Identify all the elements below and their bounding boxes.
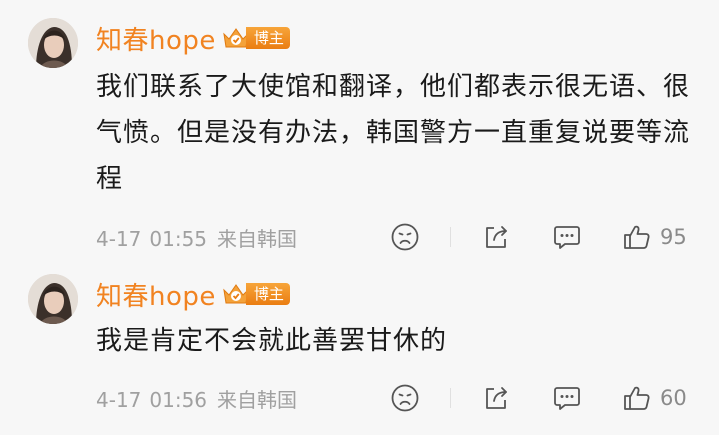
react-button[interactable] [390,221,420,253]
share-button[interactable] [481,382,511,414]
like-count: 95 [660,225,687,249]
sad-emoji-icon [391,384,419,412]
comment-meta: 4-17 01:55 来自韩国 [96,223,376,252]
share-icon [486,226,507,248]
comment-date: 4-17 [96,387,142,412]
share-icon [486,387,507,409]
comment-item: 知春hope 博主 我们联系了大使馆和翻译，他们都表示很无语、很气愤。但是没有办… [0,0,719,262]
avatar[interactable] [28,18,78,68]
thumbs-up-icon [624,225,650,249]
avatar[interactable] [28,274,78,324]
divider [450,227,451,247]
comment-time: 01:56 [149,387,208,412]
comment-actions: 60 [386,382,701,414]
comment-actions: 95 [386,221,701,253]
like-count: 60 [660,386,687,410]
comment-header: 知春hope 博主 [96,276,290,312]
comment-item: 知春hope 博主 我是肯定不会就此善罢甘休的 4-17 01:56 来自韩国 [0,262,719,435]
comment-icon [554,387,580,410]
comment-footer: 4-17 01:55 来自韩国 95 [96,221,701,253]
share-button[interactable] [481,221,511,253]
sad-emoji-icon [391,223,419,251]
react-button[interactable] [390,382,420,414]
blogger-badge: 博主 [222,26,290,50]
comment-meta: 4-17 01:56 来自韩国 [96,384,376,413]
like-button[interactable]: 60 [622,382,687,414]
badge-label: 博主 [245,283,290,305]
comment-footer: 4-17 01:56 来自韩国 60 [96,382,701,414]
comment-text: 我们联系了大使馆和翻译，他们都表示很无语、很气愤。但是没有办法，韩国警方一直重复… [96,72,691,194]
comment-time: 01:55 [149,226,208,251]
thumbs-up-icon [624,386,650,410]
comment-thread: 知春hope 博主 我们联系了大使馆和翻译，他们都表示很无语、很气愤。但是没有办… [0,0,719,435]
username[interactable]: 知春hope [96,20,216,57]
username[interactable]: 知春hope [96,276,216,313]
comment-text: 我是肯定不会就此善罢甘休的 [96,326,448,356]
comment-date: 4-17 [96,226,142,251]
comment-location: 来自韩国 [217,226,298,251]
like-button[interactable]: 95 [622,221,687,253]
comment-icon [554,226,580,249]
comment-location: 来自韩国 [217,387,298,412]
comment-header: 知春hope 博主 [96,20,290,56]
avatar-image [28,274,78,324]
divider [450,388,451,408]
comment-button[interactable] [551,221,583,253]
blogger-badge: 博主 [222,282,290,306]
comment-button[interactable] [551,382,583,414]
avatar-image [28,18,78,68]
badge-label: 博主 [245,27,290,49]
